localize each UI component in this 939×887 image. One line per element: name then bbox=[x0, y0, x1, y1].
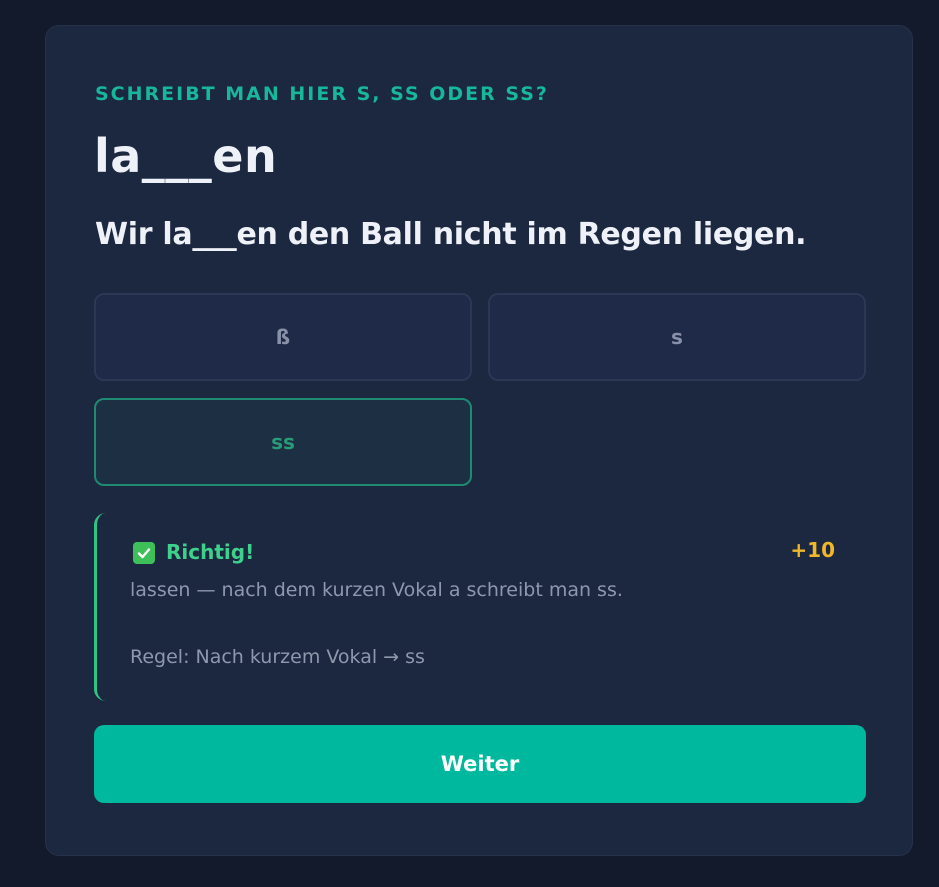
question-prompt: SCHREIBT MAN HIER S, SS ODER SS? bbox=[95, 83, 549, 105]
points-badge: +10 bbox=[790, 538, 835, 562]
quiz-card: SCHREIBT MAN HIER S, SS ODER SS? la___en… bbox=[45, 25, 913, 856]
option-label: ss bbox=[271, 430, 295, 454]
next-button[interactable]: Weiter bbox=[94, 725, 866, 803]
option-button-s[interactable]: s bbox=[488, 293, 866, 381]
option-button-ss-correct[interactable]: ss bbox=[94, 398, 472, 486]
feedback-title: Richtig! bbox=[166, 540, 255, 564]
check-box-icon bbox=[133, 542, 155, 564]
target-word: la___en bbox=[94, 129, 278, 183]
feedback-explanation: lassen — nach dem kurzen Vokal a schreib… bbox=[130, 579, 623, 601]
option-button-eszett[interactable]: ß bbox=[94, 293, 472, 381]
feedback-panel: Richtig! +10 lassen — nach dem kurzen Vo… bbox=[94, 513, 864, 701]
option-label: s bbox=[671, 325, 683, 349]
feedback-rule: Regel: Nach kurzem Vokal → ss bbox=[130, 646, 425, 668]
option-label: ß bbox=[275, 325, 291, 349]
example-sentence: Wir la___en den Ball nicht im Regen lieg… bbox=[95, 217, 807, 252]
